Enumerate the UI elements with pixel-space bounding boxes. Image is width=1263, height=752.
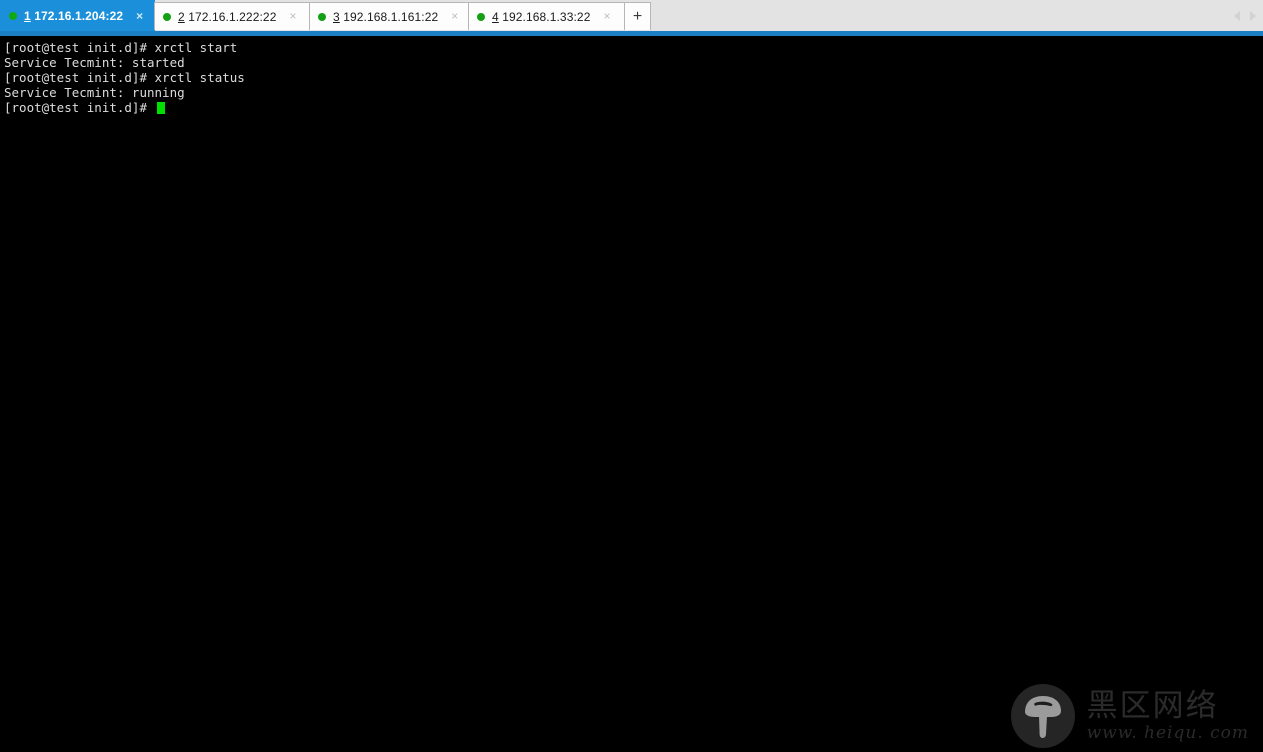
terminal-line: Service Tecmint: running xyxy=(4,85,185,100)
watermark: 黑区网络 www. heiqu. com xyxy=(1010,684,1249,748)
tab-close-icon[interactable]: × xyxy=(448,10,461,23)
tab-scroll-controls xyxy=(1231,0,1263,31)
tab-label: 4 192.168.1.33:22 xyxy=(492,10,590,24)
tab-host-text: 192.168.1.161:22 xyxy=(343,9,439,24)
tab-2-172-16-1-222[interactable]: 2 172.16.1.222:22 × xyxy=(154,2,310,30)
watermark-cn-text: 黑区网络 xyxy=(1086,688,1219,724)
tab-close-icon[interactable]: × xyxy=(133,9,146,23)
tab-index: 3 xyxy=(333,9,340,24)
watermark-en-text: www. heiqu. com xyxy=(1086,723,1249,743)
tab-strip: 1 172.16.1.204:22 × 2 172.16.1.222:22 × … xyxy=(0,0,651,31)
new-tab-button[interactable]: + xyxy=(624,2,651,30)
chevron-left-icon[interactable] xyxy=(1231,9,1243,23)
tab-label: 1 172.16.1.204:22 xyxy=(24,9,123,23)
tab-4-192-168-1-33[interactable]: 4 192.168.1.33:22 × xyxy=(468,2,625,30)
terminal-line: Service Tecmint: started xyxy=(4,55,185,70)
tab-3-192-168-1-161[interactable]: 3 192.168.1.161:22 × xyxy=(309,2,469,30)
tab-bar-filler xyxy=(651,0,1231,31)
chevron-right-icon[interactable] xyxy=(1247,9,1259,23)
tab-close-icon[interactable]: × xyxy=(286,10,299,23)
terminal-cursor xyxy=(156,102,165,114)
terminal-output-pane[interactable]: [root@test init.d]# xrctl start Service … xyxy=(0,36,1263,752)
tab-1-172-16-1-204[interactable]: 1 172.16.1.204:22 × xyxy=(0,0,155,31)
tab-label: 2 172.16.1.222:22 xyxy=(178,10,276,24)
terminal-line: [root@test init.d]# xrctl start xyxy=(4,40,238,55)
terminal-prompt-line: [root@test init.d]# xyxy=(4,100,1263,115)
tab-index: 4 xyxy=(492,9,499,24)
tab-index: 1 xyxy=(24,9,31,23)
connection-status-dot-icon xyxy=(477,12,485,21)
connection-status-dot-icon xyxy=(163,12,171,21)
mushroom-logo-icon xyxy=(1010,684,1075,748)
terminal-app-window: 1 172.16.1.204:22 × 2 172.16.1.222:22 × … xyxy=(0,0,1263,752)
connection-status-dot-icon xyxy=(9,12,17,20)
terminal-prompt: [root@test init.d]# xyxy=(4,100,155,115)
tab-bar: 1 172.16.1.204:22 × 2 172.16.1.222:22 × … xyxy=(0,0,1263,31)
watermark-text: 黑区网络 www. heiqu. com xyxy=(1087,689,1249,743)
connection-status-dot-icon xyxy=(318,12,326,21)
tab-index: 2 xyxy=(178,9,185,24)
tab-host-text: 192.168.1.33:22 xyxy=(502,9,591,24)
tab-close-icon[interactable]: × xyxy=(600,10,613,23)
tab-host-text: 172.16.1.222:22 xyxy=(188,9,277,24)
tab-label: 3 192.168.1.161:22 xyxy=(333,10,438,24)
terminal-line: [root@test init.d]# xrctl status xyxy=(4,70,245,85)
tab-host-text: 172.16.1.204:22 xyxy=(34,9,124,23)
